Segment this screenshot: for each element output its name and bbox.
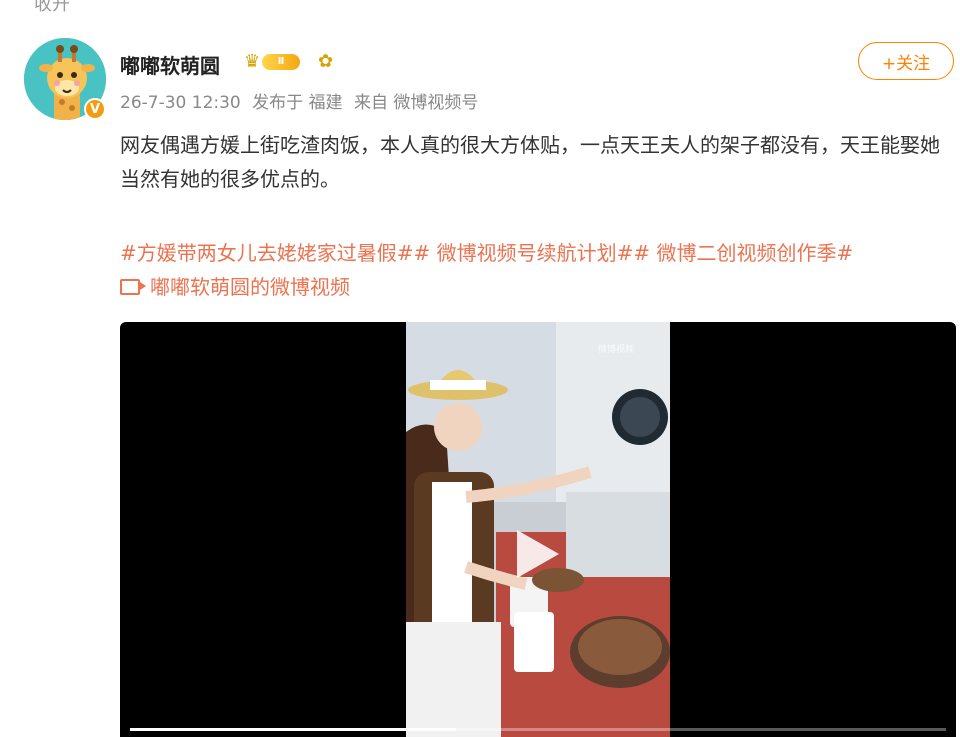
progress-fill	[130, 728, 457, 731]
play-icon[interactable]	[513, 528, 561, 580]
post-text: 网友偶遇方媛上街吃渣肉饭，本人真的很大方体贴，一点天王夫人的架子都没有，天王能娶…	[120, 133, 940, 191]
video-link-label[interactable]: 嘟嘟软萌圆的微博视频	[150, 270, 350, 304]
post-meta: 26-7-30 12:30 发布于 福建 来自 微博视频号	[120, 88, 484, 113]
video-watermark: 微博视频	[598, 345, 635, 355]
collapse-link[interactable]: 收开	[34, 0, 70, 16]
verified-icon: V	[84, 98, 106, 120]
vip-badge[interactable]: ♛ Ⅱ	[244, 51, 302, 73]
hashtags: #方媛带两女儿去姥姥家过暑假## 微博视频号续航计划## 微博二创视频创作季# …	[120, 236, 950, 304]
video-player[interactable]	[120, 322, 956, 737]
flower-icon[interactable]: ✿	[318, 51, 333, 72]
post-location: 发布于 福建	[252, 93, 343, 113]
video-link[interactable]: 嘟嘟软萌圆的微博视频	[120, 270, 950, 304]
video-link-icon	[120, 279, 146, 295]
post-timestamp[interactable]: 26-7-30 12:30	[120, 93, 241, 113]
vip-level: Ⅱ	[262, 54, 300, 70]
crown-icon: ♛	[244, 51, 261, 72]
username[interactable]: 嘟嘟软萌圆	[120, 50, 220, 79]
post-source[interactable]: 来自 微博视频号	[354, 93, 478, 113]
hashtag-line[interactable]: #方媛带两女儿去姥姥家过暑假## 微博视频号续航计划## 微博二创视频创作季#	[120, 236, 950, 270]
progress-bar[interactable]	[130, 728, 946, 731]
follow-button[interactable]: +关注	[858, 42, 954, 80]
